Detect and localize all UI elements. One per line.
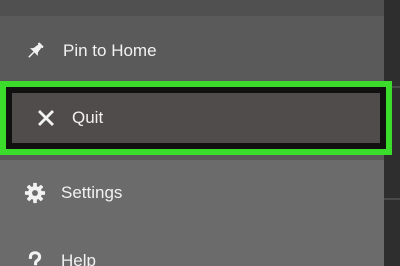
- app-screen: Pin to Home Quit Settings Help: [0, 0, 400, 266]
- background-detail: [384, 198, 400, 200]
- menu-item-quit[interactable]: Quit: [12, 93, 380, 143]
- context-menu: Pin to Home Quit Settings Help: [0, 0, 392, 266]
- menu-item-label: Pin to Home: [63, 41, 157, 60]
- quit-highlight-fill: Quit: [12, 93, 380, 143]
- pin-icon: [23, 39, 47, 63]
- question-icon: [23, 249, 47, 266]
- menu-item-label: Settings: [61, 183, 123, 202]
- menu-item-label: Quit: [72, 108, 104, 127]
- close-icon: [34, 106, 58, 130]
- menu-top-edge: [0, 0, 384, 16]
- gear-icon: [23, 181, 47, 205]
- menu-item-pin-to-home[interactable]: Pin to Home: [0, 36, 384, 66]
- menu-item-label: Help: [61, 251, 96, 266]
- quit-highlight-box: Quit: [0, 81, 392, 155]
- menu-item-help[interactable]: Help: [0, 246, 384, 266]
- menu-item-settings[interactable]: Settings: [0, 178, 384, 208]
